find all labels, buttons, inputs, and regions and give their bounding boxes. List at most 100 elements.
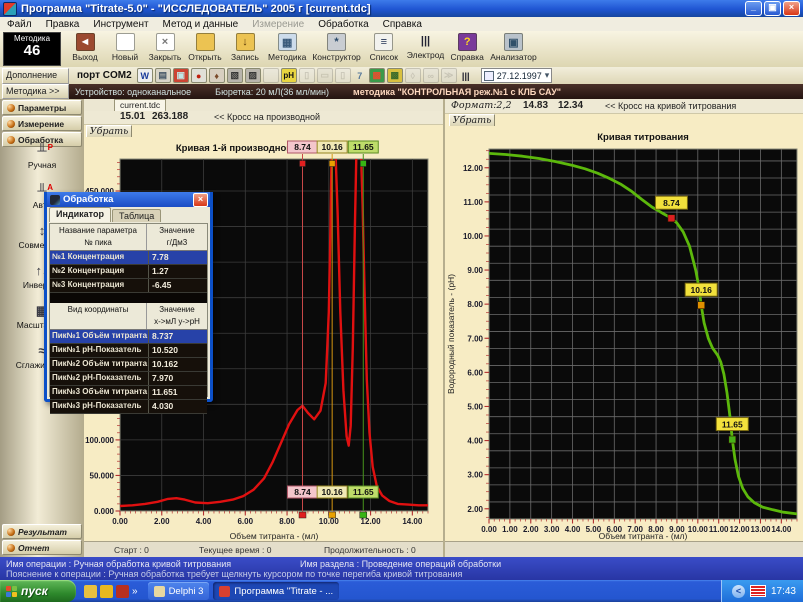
word-icon[interactable]: W <box>137 68 153 83</box>
sidebar-nav: ПараметрыИзмерениеОбработка <box>0 100 84 147</box>
table-row[interactable]: Пик№1 рН-Показатель10.520 <box>50 344 207 358</box>
menu-item-обработка[interactable]: Обработка <box>311 19 375 30</box>
camera-icon[interactable]: ▧ <box>227 68 243 83</box>
menu-item-справка[interactable]: Справка <box>376 19 429 30</box>
record-icon[interactable]: ● <box>191 68 207 83</box>
tab-current-tdc[interactable]: current.tdc <box>114 99 166 111</box>
sidebar-item-результат[interactable]: Результат <box>2 524 82 539</box>
dialog-tabs: ИндикаторТаблица <box>47 207 210 222</box>
svg-text:11.00: 11.00 <box>463 198 483 207</box>
sidebar-item-параметры[interactable]: Параметры <box>2 100 82 115</box>
table-row[interactable]: Пик№2 рН-Показатель7.970 <box>50 372 207 386</box>
processing-dialog[interactable]: Обработка × ИндикаторТаблица Название па… <box>44 192 213 402</box>
dialog-tab-индикатор[interactable]: Индикатор <box>49 207 111 222</box>
folder-icon[interactable] <box>100 585 113 598</box>
dopolnenie-button[interactable]: Дополнение >> <box>2 68 69 84</box>
quick-launch-more[interactable]: » <box>132 586 138 597</box>
row-name: Пик№2 Объём титранта <box>50 358 149 371</box>
burette-icon[interactable]: ||| <box>459 69 473 82</box>
title-bar[interactable]: Программа "Titrate-5.0" - "ИССЛЕДОВАТЕЛЬ… <box>0 0 803 17</box>
table-row[interactable]: Пик№3 рН-Показатель4.030 <box>50 400 207 414</box>
svg-text:9.00: 9.00 <box>467 266 483 275</box>
toolbar-button-new-page[interactable]: Новый <box>105 31 145 67</box>
dialog-title-bar[interactable]: Обработка × <box>47 192 210 207</box>
titration-chart[interactable]: 0.001.002.003.004.005.006.007.008.009.00… <box>445 126 803 541</box>
task-button-программа-titrate-[interactable]: Программа "Titrate - ... <box>213 582 339 600</box>
svg-text:100.000: 100.000 <box>85 436 114 445</box>
svg-text:0.00: 0.00 <box>112 517 128 526</box>
sidebar-tool-ручная[interactable]: ╨PРучная <box>28 143 56 170</box>
toolbar-button-open-folder[interactable]: Открыть <box>185 31 225 67</box>
row-value: 7.78 <box>149 251 207 264</box>
svg-text:8.74: 8.74 <box>294 487 311 497</box>
close-button[interactable]: × <box>783 1 800 16</box>
row-value: 4.030 <box>149 400 207 413</box>
grid-yellow-icon[interactable]: ▩ <box>387 68 403 83</box>
desktop-icon[interactable] <box>84 585 97 598</box>
toolbar-button-label: Конструктор <box>312 52 360 62</box>
toolbar-button-analyzer[interactable]: ▣Анализатор <box>487 31 540 67</box>
row-name: Пик№1 Объём титранта <box>50 330 149 343</box>
restore-button[interactable]: ▣ <box>764 1 781 16</box>
metodika-button[interactable]: Методика >> <box>2 84 69 99</box>
svg-text:5.00: 5.00 <box>467 402 483 411</box>
right-status-strip <box>445 541 803 558</box>
column-header: Вид координаты <box>50 303 147 329</box>
toolbar-button-exit[interactable]: ◄Выход <box>65 31 105 67</box>
svg-text:Водородный показатель - (рН): Водородный показатель - (рН) <box>446 274 456 394</box>
method-name-label: методика "КОНТРОЛЬНАЯ реж.№1 с КЛБ САУ" <box>353 87 561 97</box>
user-icon[interactable]: ♦ <box>209 68 225 83</box>
date-picker[interactable]: 27.12.1997 ▾ <box>481 68 553 83</box>
svg-text:11.65: 11.65 <box>353 487 374 497</box>
tray-chevron-icon[interactable]: < <box>732 585 745 598</box>
chevron-down-icon[interactable]: ▾ <box>545 70 550 81</box>
toolbar-button-electrode[interactable]: |||Электрод <box>404 31 447 67</box>
task-button-delphi-3[interactable]: Delphi 3 <box>148 582 210 600</box>
toolbar-button-constructor[interactable]: *Конструктор <box>309 31 363 67</box>
toolbar-button-save-folder[interactable]: ↓Запись <box>225 31 265 67</box>
row-value: 1.27 <box>149 265 207 278</box>
menu-item-правка[interactable]: Правка <box>39 19 87 30</box>
menu-item-файл[interactable]: Файл <box>0 19 39 30</box>
table-row[interactable]: №2 Концентрация1.27 <box>50 265 207 279</box>
table-row[interactable]: №3 Концентрация-6.45 <box>50 279 207 293</box>
camera2-icon[interactable]: ▨ <box>245 68 261 83</box>
player-icon[interactable] <box>116 585 129 598</box>
method-info-bar: Устройство: одноканальное Бюретка: 20 мЛ… <box>69 84 803 99</box>
cursor-x-value: 15.01 <box>120 111 145 122</box>
toolbar-button-help-book[interactable]: ?Справка <box>447 31 487 67</box>
ph-button[interactable]: pH <box>281 68 297 83</box>
close-page-icon: × <box>156 33 175 51</box>
toolbar-button-list[interactable]: ≡Список <box>364 31 404 67</box>
minimize-button[interactable]: _ <box>745 1 762 16</box>
table-row[interactable]: Пик№1 Объём титранта8.737 <box>50 330 207 344</box>
svg-text:8.74: 8.74 <box>294 142 311 152</box>
menu-item-метод-и-данные[interactable]: Метод и данные <box>156 19 246 30</box>
sidebar-item-отчет[interactable]: Отчет <box>2 540 82 555</box>
seven-icon[interactable]: 7 <box>353 69 367 82</box>
display-icon[interactable]: ▣ <box>173 68 189 83</box>
grid-green-icon[interactable]: ▩ <box>369 68 385 83</box>
column-header: Название параметра№ пика <box>50 224 147 250</box>
svg-text:4.00: 4.00 <box>565 525 581 534</box>
svg-text:3.00: 3.00 <box>467 471 483 480</box>
table-row[interactable]: №1 Концентрация7.78 <box>50 251 207 265</box>
table-row[interactable]: Пик№2 Объём титранта10.162 <box>50 358 207 372</box>
dialog-close-button[interactable]: × <box>193 193 208 207</box>
svg-text:12.00: 12.00 <box>361 517 382 526</box>
language-indicator-icon[interactable] <box>750 585 766 597</box>
menu-item-инструмент[interactable]: Инструмент <box>86 19 155 30</box>
row-name: №2 Концентрация <box>50 265 149 278</box>
column-header: Значениех->мЛ у->рН <box>147 303 207 329</box>
open-folder-icon <box>196 33 215 51</box>
task-label: Delphi 3 <box>169 586 204 597</box>
svg-text:8.00: 8.00 <box>279 517 295 526</box>
printer-icon[interactable]: ▤ <box>155 68 171 83</box>
toolbar-button-method[interactable]: ▦Методика <box>265 31 309 67</box>
sidebar-item-измерение[interactable]: Измерение <box>2 116 82 131</box>
date-checkbox-icon[interactable] <box>484 71 494 81</box>
dialog-tab-таблица[interactable]: Таблица <box>112 209 161 222</box>
toolbar-button-close-page[interactable]: ×Закрыть <box>145 31 185 67</box>
start-button[interactable]: пуск <box>0 580 76 602</box>
table-row[interactable]: Пик№3 Объём титранта11.651 <box>50 386 207 400</box>
